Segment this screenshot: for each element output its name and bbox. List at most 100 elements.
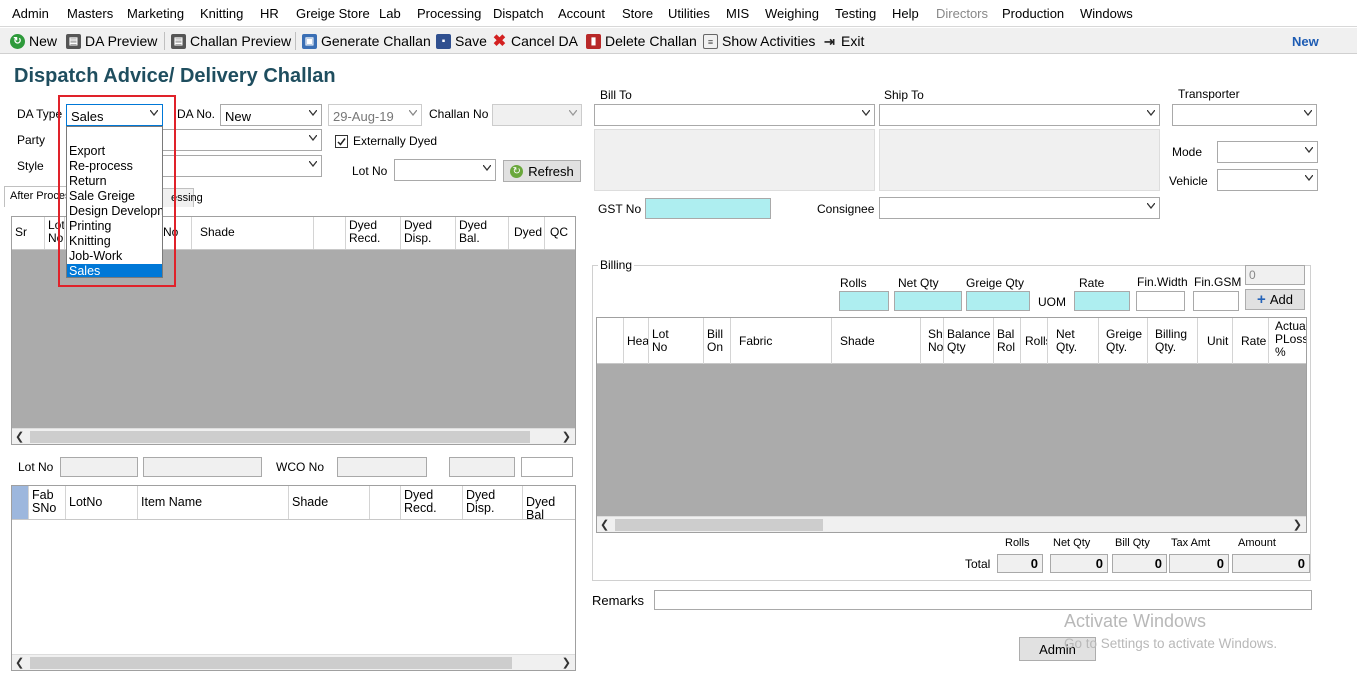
grid-header-cell[interactable]: Dyed [509, 217, 545, 249]
menu-production[interactable]: Production [1002, 6, 1064, 21]
grid-header-cell[interactable]: Dyed Bal [523, 486, 575, 520]
horizontal-scrollbar[interactable]: ❮ ❯ [12, 428, 575, 444]
generate-challan-button[interactable]: ▣ Generate Challan [302, 32, 431, 50]
grid-header-cell[interactable] [370, 486, 401, 519]
mode-select[interactable] [1217, 141, 1318, 163]
horizontal-scrollbar[interactable]: ❮ ❯ [597, 516, 1306, 532]
menu-testing[interactable]: Testing [835, 6, 876, 21]
scroll-left-icon[interactable]: ❮ [15, 430, 24, 443]
date-picker[interactable]: 29-Aug-19 [328, 104, 422, 126]
scroll-right-icon[interactable]: ❯ [562, 656, 571, 669]
lower-field-b[interactable] [521, 457, 573, 477]
menu-windows[interactable]: Windows [1080, 6, 1133, 21]
grid-header-cell[interactable]: Billing Qty. [1148, 318, 1198, 364]
grid-header-cell[interactable]: Fab SNo [29, 486, 66, 519]
grid-header-cell[interactable]: Rate [1233, 318, 1269, 364]
add-button[interactable]: + Add [1245, 289, 1305, 310]
challan-no-select[interactable] [492, 104, 582, 126]
lot-no-select[interactable] [394, 159, 496, 181]
grid-header-cell[interactable]: Actual PLoss % [1269, 318, 1306, 364]
grid-header-cell[interactable]: Lot No [649, 318, 704, 364]
vehicle-select[interactable] [1217, 169, 1318, 191]
menu-account[interactable]: Account [558, 6, 605, 21]
transporter-select[interactable] [1172, 104, 1317, 126]
rolls-field[interactable] [839, 291, 889, 311]
grid-header-cell[interactable]: Sh No [921, 318, 944, 364]
item-grid[interactable]: Fab SNo LotNo Item Name Shade Dyed Recd.… [11, 485, 576, 671]
grid-header-cell[interactable]: Bal Rol [994, 318, 1021, 364]
refresh-button[interactable]: ↻ Refresh [503, 160, 581, 182]
menu-masters[interactable]: Masters [67, 6, 113, 21]
grid-header-cell[interactable]: Dyed Disp. [401, 217, 456, 249]
menu-weighing[interactable]: Weighing [765, 6, 819, 21]
grid-header-cell[interactable] [314, 217, 346, 249]
menu-greige-store[interactable]: Greige Store [296, 6, 370, 21]
cancel-da-button[interactable]: ✖ Cancel DA [492, 32, 578, 50]
scroll-right-icon[interactable]: ❯ [562, 430, 571, 443]
greige-qty-field[interactable] [966, 291, 1030, 311]
scrollbar-thumb[interactable] [30, 657, 512, 669]
bill-to-select[interactable] [594, 104, 875, 126]
externally-dyed-checkbox[interactable] [335, 135, 348, 148]
scrollbar-thumb[interactable] [30, 431, 530, 443]
fin-gsm-field[interactable] [1193, 291, 1239, 311]
grid-header-cell[interactable]: Sr [12, 217, 45, 249]
grid-header-cell[interactable]: Balance Qty [944, 318, 994, 364]
consignee-select[interactable] [879, 197, 1160, 219]
menu-lab[interactable]: Lab [379, 6, 401, 21]
rate-field[interactable] [1074, 291, 1130, 311]
grid-header-cell[interactable]: Net Qty. [1048, 318, 1099, 364]
grid-header-cell[interactable]: Dyed Recd. [346, 217, 401, 249]
delete-challan-button[interactable]: ▮ Delete Challan [586, 32, 697, 50]
scroll-left-icon[interactable]: ❮ [600, 518, 609, 531]
counter-field[interactable]: 0 [1245, 265, 1305, 285]
show-activities-button[interactable]: ≡ Show Activities [703, 32, 815, 50]
grid-header-cell[interactable]: QC [545, 217, 575, 249]
grid-header-cell[interactable] [12, 486, 29, 519]
grid-header-cell[interactable]: Dyed Bal. [456, 217, 509, 249]
menu-admin[interactable]: Admin [12, 6, 49, 21]
grid-header-cell[interactable]: Rolls [1021, 318, 1048, 364]
challan-preview-button[interactable]: ▤ Challan Preview [171, 32, 291, 50]
grid-header-cell[interactable] [597, 318, 624, 364]
ship-to-select[interactable] [879, 104, 1160, 126]
menu-hr[interactable]: HR [260, 6, 279, 21]
menu-knitting[interactable]: Knitting [200, 6, 243, 21]
grid-header-cell[interactable]: Dyed Disp. [463, 486, 523, 519]
grid-header-cell[interactable]: Shade [832, 318, 921, 364]
grid-header-cell[interactable]: Shade [192, 217, 314, 249]
horizontal-scrollbar[interactable]: ❮ ❯ [12, 654, 575, 670]
da-preview-button[interactable]: ▤ DA Preview [66, 32, 157, 50]
grid-header-cell[interactable]: Greige Qty. [1099, 318, 1148, 364]
grid-header-cell[interactable]: Unit [1198, 318, 1233, 364]
scroll-right-icon[interactable]: ❯ [1293, 518, 1302, 531]
menu-directors[interactable]: Directors [936, 6, 988, 21]
menu-utilities[interactable]: Utilities [668, 6, 710, 21]
scrollbar-thumb[interactable] [615, 519, 823, 531]
menu-mis[interactable]: MIS [726, 6, 749, 21]
lower-lot-no-field[interactable] [60, 457, 138, 477]
grid-header-cell[interactable]: Bill On [704, 318, 731, 364]
gst-no-field[interactable] [645, 198, 771, 219]
wco-no-field[interactable] [337, 457, 427, 477]
scroll-left-icon[interactable]: ❮ [15, 656, 24, 669]
lower-field-a[interactable] [449, 457, 515, 477]
new-button[interactable]: ↻ New [10, 32, 57, 50]
lower-lot-no-desc-field[interactable] [143, 457, 262, 477]
grid-header-cell[interactable]: Fabric [731, 318, 832, 364]
grid-header-cell[interactable]: LotNo [66, 486, 138, 519]
grid-header-cell[interactable]: Hea [624, 318, 649, 364]
grid-header-cell[interactable]: Dyed Recd. [401, 486, 463, 519]
menu-help[interactable]: Help [892, 6, 919, 21]
menu-dispatch[interactable]: Dispatch [493, 6, 544, 21]
exit-button[interactable]: ⇥ Exit [822, 32, 864, 50]
fin-width-field[interactable] [1136, 291, 1185, 311]
da-no-select[interactable]: New [220, 104, 322, 126]
grid-header-cell[interactable]: Item Name [138, 486, 289, 519]
menu-store[interactable]: Store [622, 6, 653, 21]
grid-header-cell[interactable]: Shade [289, 486, 370, 519]
menu-marketing[interactable]: Marketing [127, 6, 184, 21]
net-qty-field[interactable] [894, 291, 962, 311]
remarks-field[interactable] [654, 590, 1312, 610]
save-button[interactable]: ▪ Save [436, 32, 487, 50]
